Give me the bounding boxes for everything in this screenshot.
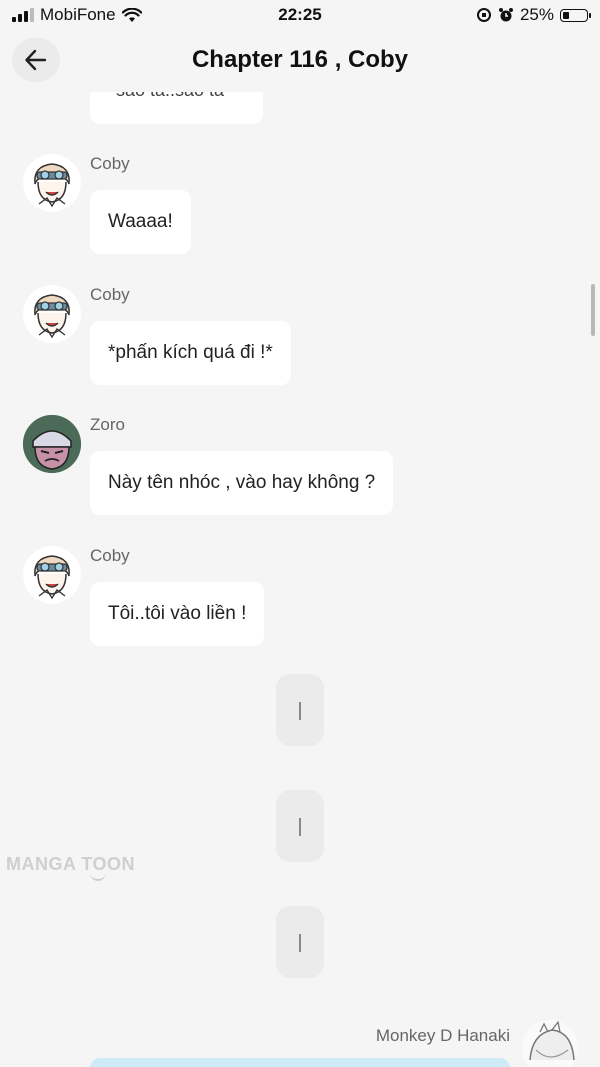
sender-name: Monkey D Hanaki [375, 1026, 510, 1045]
avatar[interactable] [23, 285, 81, 343]
message-bubble[interactable]: *phấn kích quá đi !* [90, 321, 291, 385]
status-bar: MobiFone 22:25 25% [0, 0, 600, 30]
typing-indicator [276, 906, 324, 978]
message-text: sao ta..sao ta [116, 92, 224, 101]
page-title: Chapter 116 , Coby [191, 46, 409, 73]
battery-percent: 25% [519, 5, 554, 24]
avatar[interactable] [23, 154, 81, 212]
message-text: Tôi..tôi vào liền ! [108, 603, 247, 624]
watermark-smile-icon [90, 873, 106, 881]
chat-list[interactable]: sao ta..sao ta Coby Waaaa! [0, 92, 600, 1067]
battery-icon [560, 8, 591, 22]
watermark: MANGA TOON [6, 854, 135, 881]
message-text: *phấn kích quá đi !* [108, 342, 273, 363]
scrollbar[interactable] [591, 284, 595, 336]
message-bubble[interactable] [90, 1058, 510, 1067]
typing-indicator [276, 790, 324, 862]
battery-fill [563, 11, 569, 19]
sender-name: Coby [90, 154, 130, 173]
message-bubble[interactable]: Tôi..tôi vào liền ! [90, 582, 265, 646]
alarm-icon [498, 8, 513, 22]
sender-name: Coby [90, 546, 130, 565]
message-text: Waaaa! [108, 211, 173, 232]
chapter-header: Chapter 116 , Coby [0, 30, 600, 92]
sender-name: Zoro [90, 415, 125, 434]
message-bubble[interactable]: sao ta..sao ta [90, 92, 263, 124]
watermark-text: MANGA TOON [6, 854, 135, 874]
avatar[interactable] [23, 415, 81, 473]
message-bubble[interactable]: Waaaa! [90, 190, 191, 254]
message-bubble[interactable]: Này tên nhóc , vào hay không ? [90, 451, 394, 515]
avatar[interactable] [23, 546, 81, 604]
avatar[interactable] [522, 1020, 578, 1067]
screen-lock-icon [476, 8, 491, 22]
status-right: 25% [476, 5, 591, 25]
message-text: Này tên nhóc , vào hay không ? [108, 472, 376, 493]
sender-name: Coby [90, 285, 130, 304]
typing-indicator [276, 674, 324, 746]
